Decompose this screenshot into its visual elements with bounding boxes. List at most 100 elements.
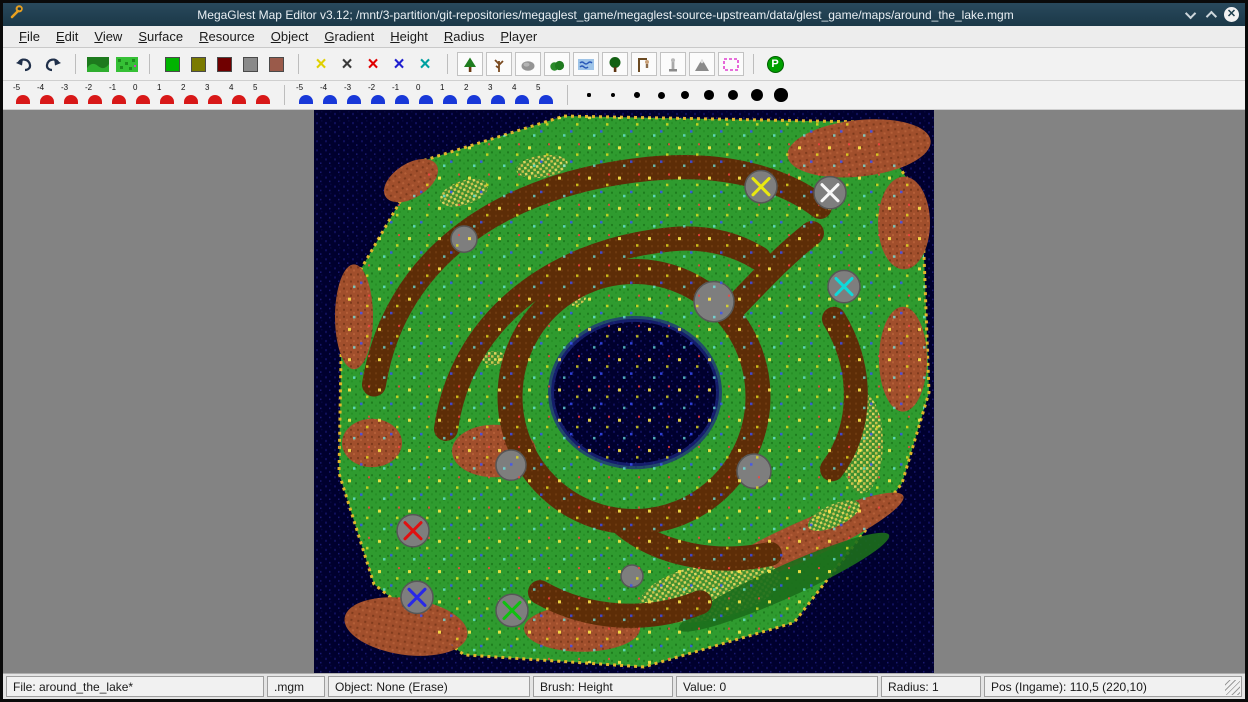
surface-ground-button[interactable] xyxy=(263,52,289,76)
toolbar-separator xyxy=(447,54,448,74)
gradient-brush-2-button[interactable]: 2 xyxy=(462,84,486,107)
radius-9-button[interactable] xyxy=(769,84,793,106)
gradient-brush--1-button[interactable]: -1 xyxy=(390,84,414,107)
menu-resource[interactable]: Resource xyxy=(191,27,263,46)
height-brush-4-button[interactable]: 4 xyxy=(227,84,251,107)
surface-secondary-grass-button[interactable] xyxy=(185,52,211,76)
menu-bar: FileEditViewSurfaceResourceObjectGradien… xyxy=(3,26,1245,48)
player-marker-cyan[interactable] xyxy=(828,270,860,302)
surface-grass-swatch-icon xyxy=(165,57,180,72)
resize-grip[interactable] xyxy=(1225,680,1240,695)
object-dead-tree-button[interactable] xyxy=(486,52,512,76)
player-marker-white[interactable] xyxy=(814,177,846,209)
big-tree-icon xyxy=(605,56,625,73)
gradient-brush-3-button[interactable]: 3 xyxy=(486,84,510,107)
height-brush-0-button[interactable]: 0 xyxy=(131,84,155,107)
radius-8-button[interactable] xyxy=(745,84,769,106)
height-brush-icon xyxy=(208,95,222,104)
player-marker-green[interactable] xyxy=(496,594,528,626)
gradient-brush-label: 1 xyxy=(440,84,444,92)
object-bush-button[interactable] xyxy=(544,52,570,76)
gradient-brush-5-button[interactable]: 5 xyxy=(534,84,558,107)
radius-6-button[interactable] xyxy=(697,84,721,106)
terrain-brush-button-2[interactable] xyxy=(114,52,140,76)
player-marker-yellow[interactable] xyxy=(745,171,777,203)
height-brush-5-button[interactable]: 5 xyxy=(251,84,275,107)
resource-custom-3-button[interactable]: × xyxy=(412,52,438,76)
terrain-hills-icon xyxy=(87,57,109,72)
maximize-button[interactable] xyxy=(1206,6,1214,24)
menu-radius[interactable]: Radius xyxy=(436,27,492,46)
player-marker-blue[interactable] xyxy=(401,581,433,613)
resource-custom-1-button[interactable]: × xyxy=(360,52,386,76)
hanged-figure-icon xyxy=(634,56,654,73)
height-brush-1-button[interactable]: 1 xyxy=(155,84,179,107)
toolbar-main: ××××× xyxy=(3,48,1245,81)
gradient-brush-label: 4 xyxy=(512,84,516,92)
surface-road-button[interactable] xyxy=(211,52,237,76)
toolbar-separator xyxy=(75,54,76,74)
status-extension: .mgm xyxy=(267,676,325,697)
resource-stone-button[interactable]: × xyxy=(334,52,360,76)
gradient-brush--4-button[interactable]: -4 xyxy=(318,84,342,107)
player-marker-red[interactable] xyxy=(397,515,429,547)
terrain-brush-button-1[interactable] xyxy=(85,52,111,76)
surface-grass-button[interactable] xyxy=(159,52,185,76)
object-stone-button[interactable] xyxy=(515,52,541,76)
surface-stone-button[interactable] xyxy=(237,52,263,76)
object-big-tree-button[interactable] xyxy=(602,52,628,76)
menu-surface[interactable]: Surface xyxy=(130,27,191,46)
height-brush--5-button[interactable]: -5 xyxy=(11,84,35,107)
undo-button[interactable] xyxy=(11,52,37,76)
redo-button[interactable] xyxy=(40,52,66,76)
object-invisible-blocking-button[interactable] xyxy=(718,52,744,76)
height-brush-label: -2 xyxy=(85,84,92,92)
menu-edit[interactable]: Edit xyxy=(48,27,86,46)
radius-1-button[interactable] xyxy=(577,84,601,106)
object-mountain-button[interactable] xyxy=(689,52,715,76)
map-canvas[interactable] xyxy=(314,110,934,673)
object-water-object-button[interactable] xyxy=(573,52,599,76)
gradient-brush--5-button[interactable]: -5 xyxy=(294,84,318,107)
height-brush--2-button[interactable]: -2 xyxy=(83,84,107,107)
height-brush-3-button[interactable]: 3 xyxy=(203,84,227,107)
gradient-brush-icon xyxy=(299,95,313,104)
gradient-brush--3-button[interactable]: -3 xyxy=(342,84,366,107)
status-bar: File: around_the_lake* .mgm Object: None… xyxy=(3,673,1245,699)
gradient-brush-icon xyxy=(491,95,505,104)
gradient-brush--2-button[interactable]: -2 xyxy=(366,84,390,107)
height-brush--1-button[interactable]: -1 xyxy=(107,84,131,107)
menu-gradient[interactable]: Gradient xyxy=(316,27,382,46)
menu-file[interactable]: File xyxy=(11,27,48,46)
object-hanged-button[interactable] xyxy=(631,52,657,76)
resource-gold-button[interactable]: × xyxy=(308,52,334,76)
radius-2-button[interactable] xyxy=(601,84,625,106)
radius-3-button[interactable] xyxy=(625,84,649,106)
menu-view[interactable]: View xyxy=(86,27,130,46)
minimize-button[interactable] xyxy=(1188,6,1196,24)
menu-height[interactable]: Height xyxy=(382,27,436,46)
height-brush--4-button[interactable]: -4 xyxy=(35,84,59,107)
gradient-brush-label: -3 xyxy=(344,84,351,92)
height-brush--3-button[interactable]: -3 xyxy=(59,84,83,107)
gradient-brush-icon xyxy=(347,95,361,104)
radius-4-button[interactable] xyxy=(649,84,673,106)
title-bar[interactable]: MegaGlest Map Editor v3.12; /mnt/3-parti… xyxy=(3,3,1245,26)
menu-player[interactable]: Player xyxy=(492,27,545,46)
height-brush-label: -3 xyxy=(61,84,68,92)
radius-5-button[interactable] xyxy=(673,84,697,106)
height-brush-icon xyxy=(112,95,126,104)
object-tree-button[interactable] xyxy=(457,52,483,76)
height-brush-2-button[interactable]: 2 xyxy=(179,84,203,107)
gradient-brush-0-button[interactable]: 0 xyxy=(414,84,438,107)
radius-dot-icon xyxy=(611,93,616,98)
gradient-brush-label: -2 xyxy=(368,84,375,92)
resource-custom-2-button[interactable]: × xyxy=(386,52,412,76)
close-button[interactable]: ✕ xyxy=(1224,7,1239,22)
menu-object[interactable]: Object xyxy=(263,27,317,46)
radius-7-button[interactable] xyxy=(721,84,745,106)
object-statue-button[interactable] xyxy=(660,52,686,76)
player-placement-button[interactable]: P xyxy=(763,53,787,75)
gradient-brush-4-button[interactable]: 4 xyxy=(510,84,534,107)
gradient-brush-1-button[interactable]: 1 xyxy=(438,84,462,107)
